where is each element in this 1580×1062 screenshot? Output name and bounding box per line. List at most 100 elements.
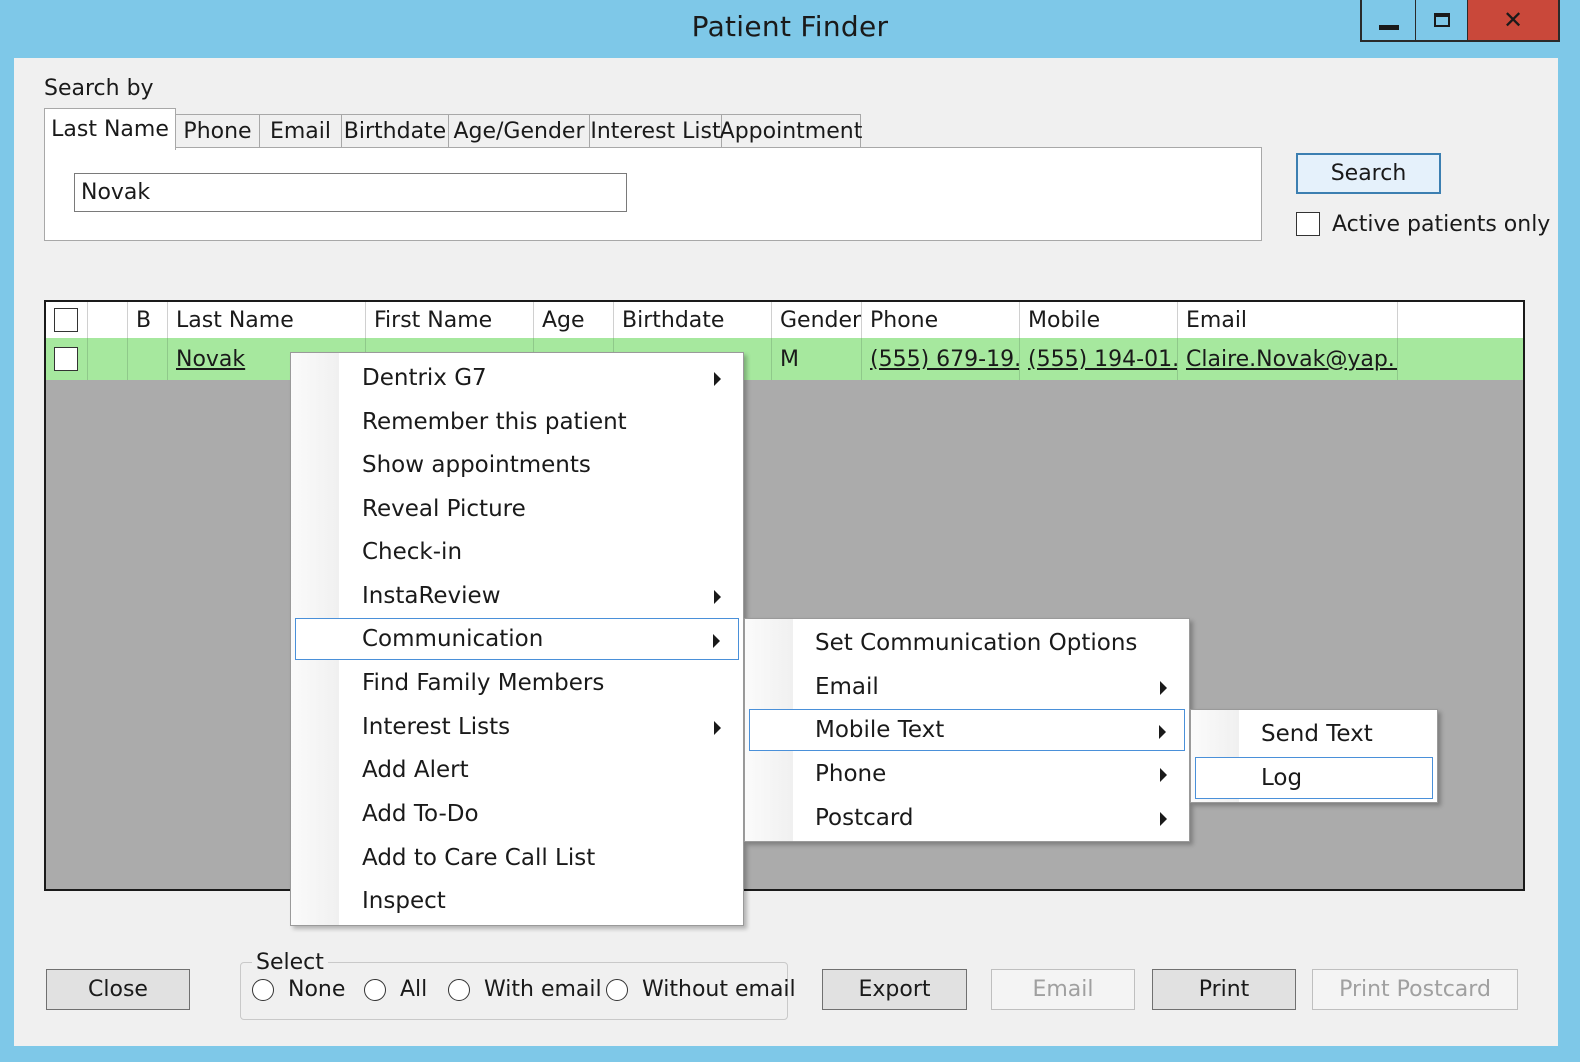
tab-birthdate[interactable]: Birthdate bbox=[341, 114, 449, 148]
header-last-name[interactable]: Last Name bbox=[168, 302, 366, 338]
select-none-label: None bbox=[288, 977, 346, 1002]
tab-email[interactable]: Email bbox=[259, 114, 342, 148]
patient-context-menu: Dentrix G7 Remember this patient Show ap… bbox=[290, 352, 744, 926]
menu-item-remember-patient[interactable]: Remember this patient bbox=[295, 401, 739, 443]
active-patients-checkbox[interactable] bbox=[1296, 212, 1320, 236]
menu-item-log[interactable]: Log bbox=[1195, 757, 1433, 799]
menu-item-email[interactable]: Email bbox=[749, 666, 1185, 708]
menu-item-add-todo[interactable]: Add To-Do bbox=[295, 793, 739, 835]
menu-item-reveal-picture[interactable]: Reveal Picture bbox=[295, 488, 739, 530]
menu-item-label: Remember this patient bbox=[362, 409, 627, 435]
select-none-radio[interactable] bbox=[252, 979, 274, 1001]
menu-item-check-in[interactable]: Check-in bbox=[295, 531, 739, 573]
menu-item-label: Log bbox=[1261, 765, 1303, 791]
search-button[interactable]: Search bbox=[1296, 153, 1441, 194]
menu-item-postcard[interactable]: Postcard bbox=[749, 797, 1185, 839]
submenu-arrow-icon bbox=[1159, 725, 1166, 739]
menu-item-inspect[interactable]: Inspect bbox=[295, 880, 739, 922]
row-select-cell bbox=[46, 338, 88, 380]
active-patients-label: Active patients only bbox=[1332, 212, 1551, 237]
mobile-text-submenu: Send Text Log bbox=[1190, 709, 1438, 803]
submenu-arrow-icon bbox=[714, 721, 721, 735]
print-button[interactable]: Print bbox=[1152, 969, 1296, 1010]
header-email[interactable]: Email bbox=[1178, 302, 1398, 338]
title-bar[interactable]: Patient Finder ✕ bbox=[0, 0, 1580, 58]
communication-submenu: Set Communication Options Email Mobile T… bbox=[744, 618, 1190, 842]
close-button[interactable]: Close bbox=[46, 969, 190, 1010]
header-first-name[interactable]: First Name bbox=[366, 302, 534, 338]
select-all-label: All bbox=[400, 977, 428, 1002]
menu-item-find-family[interactable]: Find Family Members bbox=[295, 662, 739, 704]
submenu-arrow-icon bbox=[1160, 812, 1167, 826]
menu-item-send-text[interactable]: Send Text bbox=[1195, 713, 1433, 755]
submenu-arrow-icon bbox=[1160, 681, 1167, 695]
row-email[interactable]: Claire.Novak@yap... bbox=[1178, 338, 1398, 380]
tab-phone[interactable]: Phone bbox=[175, 114, 260, 148]
maximize-button[interactable] bbox=[1416, 0, 1468, 40]
header-col-blank[interactable] bbox=[88, 302, 128, 338]
menu-item-label: InstaReview bbox=[362, 583, 501, 609]
header-mobile[interactable]: Mobile bbox=[1020, 302, 1178, 338]
menu-item-label: Communication bbox=[362, 626, 544, 652]
select-without-email-label: Without email bbox=[642, 977, 796, 1002]
menu-item-label: Inspect bbox=[362, 888, 446, 914]
menu-item-show-appointments[interactable]: Show appointments bbox=[295, 444, 739, 486]
menu-item-add-care-call[interactable]: Add to Care Call List bbox=[295, 837, 739, 879]
close-icon: ✕ bbox=[1502, 6, 1524, 34]
menu-item-instareview[interactable]: InstaReview bbox=[295, 575, 739, 617]
header-gender[interactable]: Gender bbox=[772, 302, 862, 338]
menu-item-label: Add to Care Call List bbox=[362, 845, 596, 871]
maximize-icon bbox=[1433, 13, 1450, 27]
menu-item-communication[interactable]: Communication bbox=[295, 618, 739, 660]
menu-item-label: Find Family Members bbox=[362, 670, 605, 696]
menu-item-label: Reveal Picture bbox=[362, 496, 526, 522]
submenu-arrow-icon bbox=[1160, 768, 1167, 782]
menu-item-interest-lists[interactable]: Interest Lists bbox=[295, 706, 739, 748]
menu-item-add-alert[interactable]: Add Alert bbox=[295, 749, 739, 791]
menu-item-label: Postcard bbox=[815, 805, 914, 831]
menu-item-set-communication-options[interactable]: Set Communication Options bbox=[749, 622, 1185, 664]
header-birthdate[interactable]: Birthdate bbox=[614, 302, 772, 338]
row-mobile[interactable]: (555) 194-01... bbox=[1020, 338, 1178, 380]
select-with-email-radio[interactable] bbox=[448, 979, 470, 1001]
submenu-arrow-icon bbox=[714, 590, 721, 604]
select-group-label: Select bbox=[252, 950, 328, 975]
menu-item-label: Check-in bbox=[362, 539, 463, 565]
menu-item-phone[interactable]: Phone bbox=[749, 753, 1185, 795]
row-blank-cell bbox=[88, 338, 128, 380]
header-age[interactable]: Age bbox=[534, 302, 614, 338]
header-select-all bbox=[46, 302, 88, 338]
select-with-email-label: With email bbox=[484, 977, 602, 1002]
window-title: Patient Finder bbox=[691, 10, 889, 43]
row-phone[interactable]: (555) 679-19... bbox=[862, 338, 1020, 380]
header-phone[interactable]: Phone bbox=[862, 302, 1020, 338]
select-without-email-radio[interactable] bbox=[606, 979, 628, 1001]
menu-item-label: Mobile Text bbox=[815, 717, 945, 743]
submenu-arrow-icon bbox=[714, 372, 721, 386]
tab-interest-list[interactable]: Interest List bbox=[589, 114, 722, 148]
menu-item-label: Interest Lists bbox=[362, 714, 511, 740]
menu-item-label: Add To-Do bbox=[362, 801, 479, 827]
window-controls: ✕ bbox=[1360, 0, 1560, 42]
minimize-icon bbox=[1378, 24, 1399, 30]
close-window-button[interactable]: ✕ bbox=[1468, 0, 1558, 40]
menu-item-label: Add Alert bbox=[362, 757, 469, 783]
email-button[interactable]: Email bbox=[991, 969, 1135, 1010]
table-row[interactable]: Novak M (555) 679-19... (555) 194-01... … bbox=[46, 338, 1523, 380]
submenu-arrow-icon bbox=[713, 634, 720, 648]
tab-age-gender[interactable]: Age/Gender bbox=[448, 114, 590, 148]
select-all-radio[interactable] bbox=[364, 979, 386, 1001]
header-col-b[interactable]: B bbox=[128, 302, 168, 338]
minimize-button[interactable] bbox=[1362, 0, 1416, 40]
select-all-checkbox[interactable] bbox=[54, 308, 78, 332]
tab-last-name[interactable]: Last Name bbox=[44, 108, 176, 150]
print-postcard-button[interactable]: Print Postcard bbox=[1312, 969, 1518, 1010]
menu-item-label: Show appointments bbox=[362, 452, 591, 478]
menu-item-mobile-text[interactable]: Mobile Text bbox=[749, 709, 1185, 751]
tab-appointment[interactable]: Appointment bbox=[720, 114, 862, 148]
last-name-search-input[interactable] bbox=[74, 173, 627, 212]
row-checkbox[interactable] bbox=[54, 347, 78, 371]
search-by-label: Search by bbox=[44, 76, 154, 101]
export-button[interactable]: Export bbox=[822, 969, 967, 1010]
menu-item-dentrix-g7[interactable]: Dentrix G7 bbox=[295, 357, 739, 399]
